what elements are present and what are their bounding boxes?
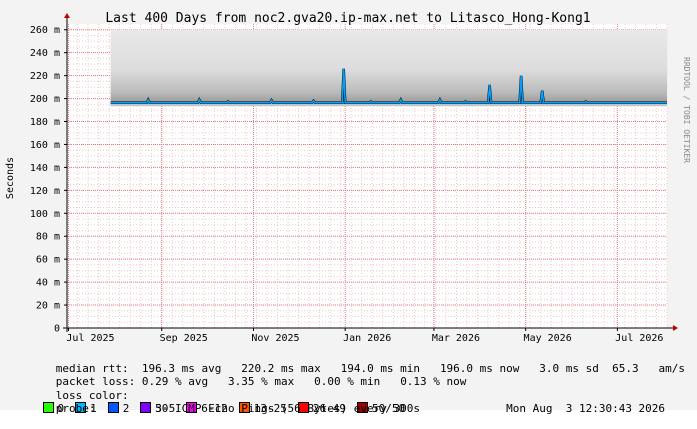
y-axis-label: Seconds: [5, 157, 16, 199]
packet-loss-now: 0.13 % now: [400, 375, 467, 388]
x-tick-label: May 2026: [524, 333, 572, 344]
smoke-area: [110, 29, 668, 107]
side-watermark: RRDTOOL / TOBI OETIKER: [682, 57, 691, 163]
x-tick-label: Mar 2026: [432, 333, 480, 344]
x-tick-label: Jul 2026: [615, 333, 663, 344]
y-tick-label: 180 m: [30, 117, 60, 128]
legend: median rtt: 196.3 ms avg 220.2 ms max 19…: [16, 348, 685, 415]
packet-loss-avg: 0.29 % avg: [141, 375, 209, 388]
x-tick-labels: Jul 2025 Sep 2025 Nov 2025 Jan 2026 Mar 2026…: [66, 328, 663, 344]
median-rtt-now: 196.0 ms now: [439, 361, 520, 375]
median-rtt-label: median rtt:: [55, 361, 129, 375]
y-tick-label: 160 m: [30, 140, 60, 151]
median-rtt-row: median rtt: 196.3 ms avg 220.2 ms max 19…: [16, 348, 685, 375]
y-tick-label: 200 m: [30, 94, 60, 105]
smoke-band: [110, 29, 668, 103]
y-tick-label: 0: [54, 324, 60, 335]
probe-label: probe:: [55, 402, 96, 415]
smokeping-graph: 0 20 m 40 m 60 m 80 m 100 m 120 m 140 m 160 m 180…: [0, 0, 697, 415]
loss-color-label: loss color:: [55, 388, 129, 402]
y-tick-label: 120 m: [30, 186, 60, 197]
y-axis-arrow: [64, 13, 70, 18]
median-rtt-sd: 3.0 ms sd: [539, 361, 599, 375]
median-rtt-min: 194.0 ms min: [340, 361, 421, 375]
x-tick-label: Nov 2025: [251, 333, 299, 344]
y-tick-label: 220 m: [30, 71, 60, 82]
median-rtt-am: 65.3 am/s: [612, 361, 686, 375]
packet-loss-min: 0.00 % min: [314, 375, 381, 388]
probe-description: 50 ICMP Echo Pings (56 Bytes) every 300s: [155, 402, 421, 415]
probe-timestamp: Mon Aug 3 12:30:43 2026: [506, 402, 666, 415]
x-tick-label: Jan 2026: [343, 333, 391, 344]
y-tick-label: 100 m: [30, 209, 60, 220]
median-rtt-avg: 196.3 ms avg: [141, 361, 222, 375]
y-tick-label: 80 m: [36, 232, 60, 243]
y-tick-label: 240 m: [30, 48, 60, 59]
y-tick-label: 20 m: [36, 301, 60, 312]
x-tick-label: Jul 2025: [66, 333, 114, 344]
x-axis-arrow: [673, 325, 678, 331]
chart-title: Last 400 Days from noc2.gva20.ip-max.net…: [105, 11, 590, 26]
y-tick-label: 60 m: [36, 255, 60, 266]
x-tick-label: Sep 2025: [160, 333, 208, 344]
packet-loss-label: packet loss:: [55, 375, 136, 388]
packet-loss-max: 3.35 % max: [227, 375, 295, 388]
y-tick-labels: 0 20 m 40 m 60 m 80 m 100 m 120 m 140 m 160 m 180…: [30, 25, 67, 335]
y-tick-label: 40 m: [36, 278, 60, 289]
y-tick-label: 260 m: [30, 25, 60, 36]
y-tick-label: 140 m: [30, 163, 60, 174]
median-rtt-max: 220.2 ms max: [241, 361, 321, 375]
